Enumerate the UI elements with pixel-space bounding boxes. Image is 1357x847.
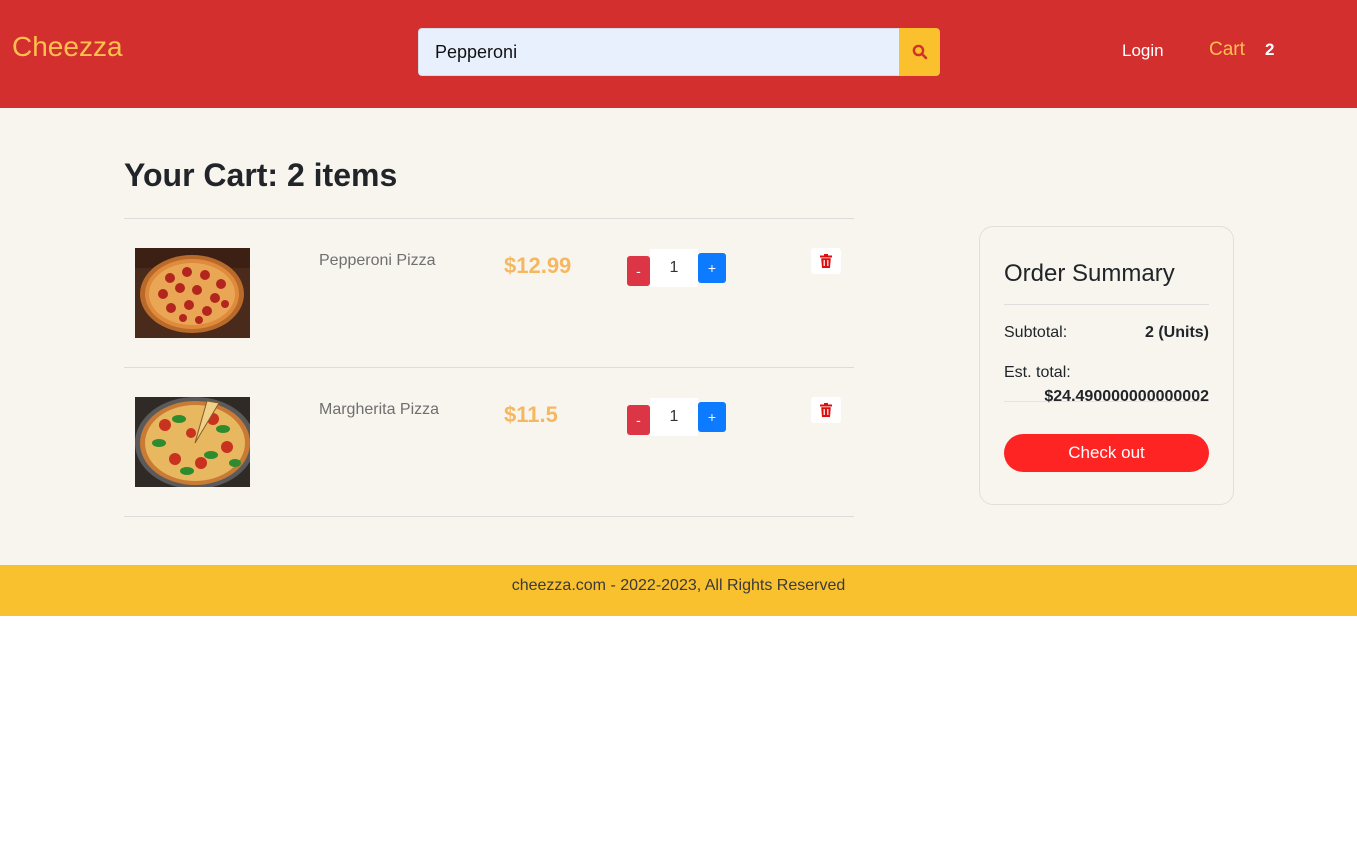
subtotal-value: 2 (Units) bbox=[1145, 324, 1209, 341]
search-input[interactable] bbox=[418, 28, 899, 76]
checkout-button[interactable]: Check out bbox=[1004, 434, 1209, 472]
cart-page: Your Cart: 2 items Pepperoni Pizza $12.9… bbox=[0, 108, 1357, 565]
quantity-input[interactable] bbox=[650, 398, 698, 436]
decrease-quantity-button[interactable]: - bbox=[627, 255, 650, 286]
trash-icon bbox=[820, 403, 832, 417]
login-link[interactable]: Login bbox=[1122, 41, 1164, 61]
increase-quantity-button[interactable]: + bbox=[698, 253, 726, 283]
cart-item: Margherita Pizza $11.5 - + bbox=[124, 367, 854, 517]
remove-item-button[interactable] bbox=[811, 248, 841, 274]
cart-count-badge: 2 bbox=[1265, 40, 1275, 59]
divider bbox=[1004, 304, 1209, 305]
subtotal-label: Subtotal: bbox=[1004, 324, 1068, 341]
footer-copyright: cheezza.com - 2022-2023, All Rights Rese… bbox=[511, 577, 846, 594]
est-total-value: $24.490000000000002 bbox=[1044, 388, 1209, 405]
cart-title-prefix: Your Cart: bbox=[124, 157, 279, 193]
item-name: Pepperoni Pizza bbox=[319, 252, 436, 269]
cart-items-list: Pepperoni Pizza $12.99 - + bbox=[124, 218, 854, 517]
trash-icon bbox=[820, 254, 832, 268]
item-name: Margherita Pizza bbox=[319, 401, 440, 418]
cart-item-count: 2 items bbox=[286, 157, 398, 193]
cart-item: Pepperoni Pizza $12.99 - + bbox=[124, 218, 854, 367]
order-summary-card: Order Summary Subtotal: 2 (Units) Est. t… bbox=[979, 226, 1234, 505]
margherita-pizza-image bbox=[135, 397, 250, 487]
cart-link[interactable]: Cart bbox=[1209, 39, 1245, 61]
increase-quantity-button[interactable]: + bbox=[698, 402, 726, 432]
search-button[interactable] bbox=[899, 28, 940, 76]
item-price: $12.99 bbox=[504, 253, 572, 278]
quantity-input[interactable] bbox=[650, 249, 698, 287]
pepperoni-pizza-image bbox=[135, 248, 250, 338]
est-total-label: Est. total: bbox=[1004, 364, 1071, 381]
search-icon bbox=[912, 44, 927, 60]
item-price: $11.5 bbox=[504, 402, 558, 427]
quantity-stepper: - + bbox=[627, 249, 726, 287]
site-footer: cheezza.com - 2022-2023, All Rights Rese… bbox=[0, 565, 1357, 616]
page-title: Your Cart: 2 items bbox=[124, 156, 397, 194]
order-summary-title: Order Summary bbox=[1004, 260, 1175, 287]
quantity-stepper: - + bbox=[627, 398, 726, 436]
site-header: Cheezza Login Cart 2 bbox=[0, 0, 1357, 108]
search-bar bbox=[418, 28, 940, 76]
brand-logo[interactable]: Cheezza bbox=[12, 31, 123, 63]
remove-item-button[interactable] bbox=[811, 397, 841, 423]
decrease-quantity-button[interactable]: - bbox=[627, 404, 650, 435]
